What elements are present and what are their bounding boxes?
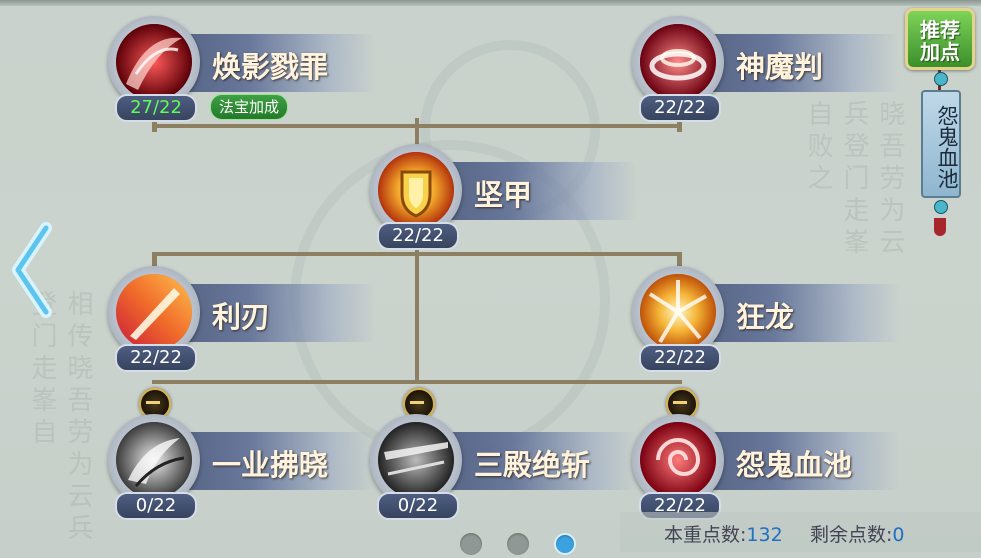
skill-node[interactable]: 焕影戮罪 27/22 法宝加成 xyxy=(104,14,376,124)
skill-level-count: 27/22 xyxy=(115,94,197,122)
skill-node[interactable]: 怨鬼血池 22/22 xyxy=(628,412,900,522)
skill-name: 神魔判 xyxy=(736,50,824,84)
bg-calligraphy: 晓吾劳为云兵登门走峯自败之 xyxy=(803,100,905,260)
skill-level-count: 22/22 xyxy=(115,344,197,372)
left-arrow-icon[interactable] xyxy=(8,222,58,318)
top-frame xyxy=(0,0,981,6)
invested-points-value: 132 xyxy=(746,524,783,546)
remaining-points: 剩余点数:0 xyxy=(810,520,905,547)
skill-name: 坚甲 xyxy=(474,178,533,212)
invested-points-label: 本重点数: xyxy=(664,524,747,546)
skill-name: 一业拂晓 xyxy=(212,448,329,482)
blood-pool-icon xyxy=(640,422,716,498)
skill-node[interactable]: 一业拂晓 0/22 xyxy=(104,412,376,522)
gray-slash-icon xyxy=(378,422,454,498)
skill-level-count: 0/22 xyxy=(377,492,459,520)
connector-line xyxy=(152,380,682,384)
skill-level-count: 22/22 xyxy=(377,222,459,250)
recommend-points-button[interactable]: 推荐 加点 xyxy=(905,8,975,70)
skill-name: 焕影戮罪 xyxy=(212,50,329,84)
hanging-bead xyxy=(934,200,948,214)
invested-points: 本重点数:132 xyxy=(664,520,783,547)
skill-tree-panel: 相传晓吾劳为云兵登门走峯自 晓吾劳为云兵登门走峯自败之 焕影戮罪 27/22 法… xyxy=(0,0,981,558)
skill-node[interactable]: 神魔判 22/22 xyxy=(628,14,900,124)
skill-name: 狂龙 xyxy=(736,300,795,334)
remaining-points-label: 剩余点数: xyxy=(810,524,893,546)
skill-name: 利刃 xyxy=(212,300,271,334)
page-dot[interactable] xyxy=(460,533,482,555)
skill-node[interactable]: 坚甲 22/22 xyxy=(366,142,638,252)
gray-dawn-icon xyxy=(116,422,192,498)
remaining-points-value: 0 xyxy=(892,524,905,546)
connector-line xyxy=(415,236,419,384)
skill-level-count: 22/22 xyxy=(639,94,721,122)
page-dot-active[interactable] xyxy=(554,533,576,555)
blade-icon xyxy=(116,274,192,350)
bg-calligraphy: 相传晓吾劳为云兵登门走峯自 xyxy=(27,290,93,546)
skill-level-count: 0/22 xyxy=(115,492,197,520)
hanging-bead xyxy=(934,72,948,86)
side-skill-tab[interactable]: 怨鬼血池 xyxy=(921,90,961,198)
shield-icon xyxy=(378,152,454,228)
tassel xyxy=(934,218,946,236)
crimson-slash-icon xyxy=(116,24,192,100)
skill-name: 三殿绝斩 xyxy=(474,448,591,482)
dragon-burst-icon xyxy=(640,274,716,350)
skill-level-count: 22/22 xyxy=(639,344,721,372)
skill-node[interactable]: 三殿绝斩 0/22 xyxy=(366,412,638,522)
skill-name: 怨鬼血池 xyxy=(736,448,853,482)
skill-node[interactable]: 狂龙 22/22 xyxy=(628,264,900,374)
vortex-icon xyxy=(640,24,716,100)
skill-node[interactable]: 利刃 22/22 xyxy=(104,264,376,374)
page-dot[interactable] xyxy=(507,533,529,555)
treasure-bonus-badge: 法宝加成 xyxy=(210,94,289,120)
